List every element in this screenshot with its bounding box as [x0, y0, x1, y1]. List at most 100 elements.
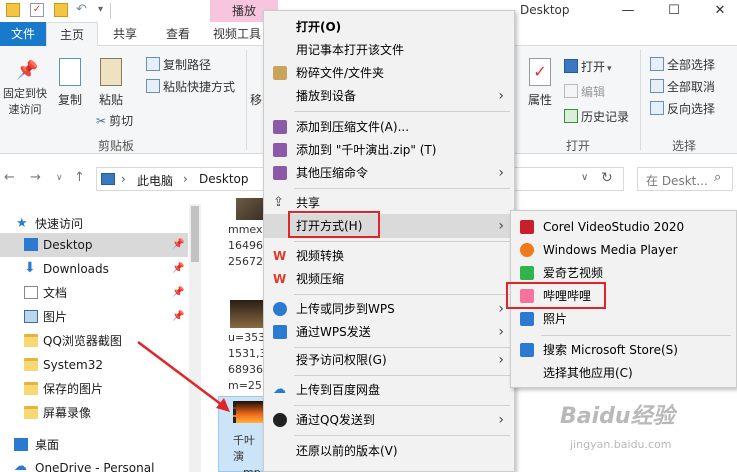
clipboard-group-label: 剪贴板 [98, 139, 135, 153]
nav-label: 保存的图片 [43, 382, 104, 396]
pin-quick-access-button[interactable]: 📌 固定到快 速访问 [2, 60, 48, 118]
search-box[interactable]: 在 Deskt... ⌕ [637, 167, 733, 191]
undo-icon[interactable]: ↶ [76, 3, 90, 17]
nav-item-downloads[interactable]: ⬇ Downloads 📌 [0, 257, 188, 281]
paste-shortcut-label: 粘贴快捷方式 [163, 80, 236, 94]
tab-view[interactable]: 查看 [152, 22, 204, 46]
menu-item-label: 用记事本打开该文件 [296, 43, 405, 57]
minimize-button[interactable]: — [605, 0, 651, 22]
menu-item-open-notepad[interactable]: 用记事本打开该文件 [264, 38, 514, 62]
menu-item-video-convert[interactable]: W 视频转换 [264, 244, 514, 268]
nav-scrollbar-thumb[interactable] [191, 206, 199, 262]
cut-button[interactable]: ✂ 剪切 [96, 112, 133, 130]
file-thumbnail[interactable] [236, 198, 266, 220]
corel-icon [520, 220, 534, 234]
menu-item-label: 通过WPS发送 [296, 325, 371, 339]
nav-item-pictures[interactable]: 图片 📌 [0, 305, 188, 329]
menu-item-wps-upload[interactable]: 上传或同步到WPS › [264, 297, 514, 321]
red-arrow-annotation [137, 341, 230, 412]
refresh-icon[interactable]: ↻ [601, 170, 613, 186]
share-icon: ⇪ [273, 195, 284, 210]
tab-video-tools[interactable]: 视频工具 [206, 22, 268, 46]
nav-label: 文档 [43, 286, 68, 300]
submenu-item-choose-other[interactable]: 选择其他应用(C) [511, 361, 736, 385]
select-all-button[interactable]: 全部选择 [650, 56, 715, 74]
submenu-item-label: 选择其他应用(C) [543, 366, 633, 380]
address-dropdown-icon[interactable]: ∨ [581, 172, 588, 183]
watermark-url: jingyan.baidu.com [570, 438, 672, 451]
close-button[interactable]: ✕ [697, 0, 737, 22]
submenu-item-label: 搜索 Microsoft Store(S) [543, 343, 678, 357]
menu-item-cast-to-device[interactable]: 播放到设备 › [264, 84, 514, 108]
menu-item-open[interactable]: 打开(O) [264, 15, 514, 39]
tab-share[interactable]: 共享 [100, 22, 150, 46]
nav-item-desktop-cn[interactable]: 桌面 [0, 433, 188, 457]
select-none-button[interactable]: 全部取消 [650, 78, 715, 96]
menu-item-add-archive[interactable]: 添加到压缩文件(A)... [264, 115, 514, 139]
paste-button[interactable]: 粘贴 [92, 58, 130, 108]
menu-item-label: 其他压缩命令 [296, 166, 369, 180]
menu-item-baidu-upload[interactable]: ☁ 上传到百度网盘 [264, 378, 514, 402]
window-title: Desktop [520, 3, 570, 17]
submenu-arrow-icon: › [498, 324, 504, 340]
desktop-icon [24, 238, 38, 251]
submenu-item-photos[interactable]: 照片 [511, 307, 736, 331]
history-button[interactable]: 历史记录 [564, 108, 629, 126]
move-to-label: 移 [249, 93, 262, 107]
back-icon[interactable]: ← [4, 170, 15, 185]
menu-item-add-zip[interactable]: 添加到 "千叶演出.zip" (T) [264, 138, 514, 162]
select-none-label: 全部取消 [667, 80, 716, 94]
menu-item-other-compress[interactable]: 其他压缩命令 › [264, 161, 514, 185]
move-to-button[interactable]: 移 [248, 92, 264, 108]
shredder-icon [273, 66, 287, 80]
edit-button[interactable]: 编辑 [564, 83, 605, 101]
tab-file[interactable]: 文件 [0, 22, 46, 46]
submenu-item-wmp[interactable]: Windows Media Player [511, 238, 736, 262]
open-button[interactable]: 打开 ▾ [564, 58, 612, 76]
checklist-icon[interactable]: ✓ [30, 3, 44, 17]
copy-label: 复制 [57, 93, 82, 107]
menu-item-qq-send[interactable]: 通过QQ发送到 › [264, 408, 514, 432]
new-folder-icon[interactable] [54, 3, 68, 17]
invert-selection-button[interactable]: 反向选择 [650, 100, 715, 118]
nav-item-onedrive[interactable]: ☁ OneDrive - Personal [0, 456, 188, 472]
nav-item-desktop[interactable]: Desktop 📌 [0, 233, 188, 257]
copy-path-label: 复制路径 [163, 58, 212, 72]
forward-icon[interactable]: → [30, 170, 41, 185]
baidu-cloud-icon: ☁ [273, 382, 286, 397]
select-all-icon [650, 57, 664, 71]
file-thumbnail[interactable] [230, 300, 266, 328]
context-menu: 打开(O) 用记事本打开该文件 粉碎文件/文件夹 播放到设备 › 添加到压缩文件(… [263, 10, 515, 472]
cut-label: 剪切 [109, 114, 134, 128]
search-icon[interactable]: ⌕ [714, 170, 721, 185]
winrar-icon [273, 143, 287, 157]
menu-item-restore-versions[interactable]: 还原以前的版本(V) [264, 439, 514, 463]
invert-selection-label: 反向选择 [667, 102, 716, 116]
copy-button[interactable]: 复制 [52, 58, 88, 108]
copy-path-button[interactable]: 复制路径 [146, 56, 211, 74]
menu-item-wps-send[interactable]: 通过WPS发送 › [264, 320, 514, 344]
properties-button[interactable]: ✓ 属性 [522, 58, 558, 108]
folder-icon [24, 382, 38, 395]
folder-icon [24, 358, 38, 371]
submenu-item-store[interactable]: 搜索 Microsoft Store(S) [511, 338, 736, 362]
menu-item-label: 视频转换 [296, 249, 345, 263]
menu-item-grant-access[interactable]: 授予访问权限(G) › [264, 348, 514, 372]
recent-locations-icon[interactable]: ∨ [56, 173, 63, 183]
menu-separator [294, 111, 510, 112]
maximize-button[interactable]: ☐ [651, 0, 697, 22]
menu-item-video-compress[interactable]: W 视频压缩 [264, 267, 514, 291]
menu-separator [541, 335, 731, 336]
submenu-arrow-icon: › [498, 218, 504, 234]
breadcrumb-desktop[interactable]: Desktop [199, 172, 249, 186]
menu-item-label: 授予访问权限(G) [296, 353, 387, 367]
document-icon [24, 286, 38, 299]
nav-item-documents[interactable]: 文档 📌 [0, 281, 188, 305]
breadcrumb-this-pc[interactable]: 此电脑 [137, 172, 173, 189]
nav-label: OneDrive - Personal [35, 461, 155, 472]
paste-shortcut-button[interactable]: 粘贴快捷方式 [146, 78, 235, 96]
submenu-item-corel[interactable]: Corel VideoStudio 2020 [511, 215, 736, 239]
menu-item-shred[interactable]: 粉碎文件/文件夹 [264, 61, 514, 85]
up-icon[interactable]: ↑ [74, 170, 85, 185]
tab-home[interactable]: 主页 [46, 22, 98, 46]
